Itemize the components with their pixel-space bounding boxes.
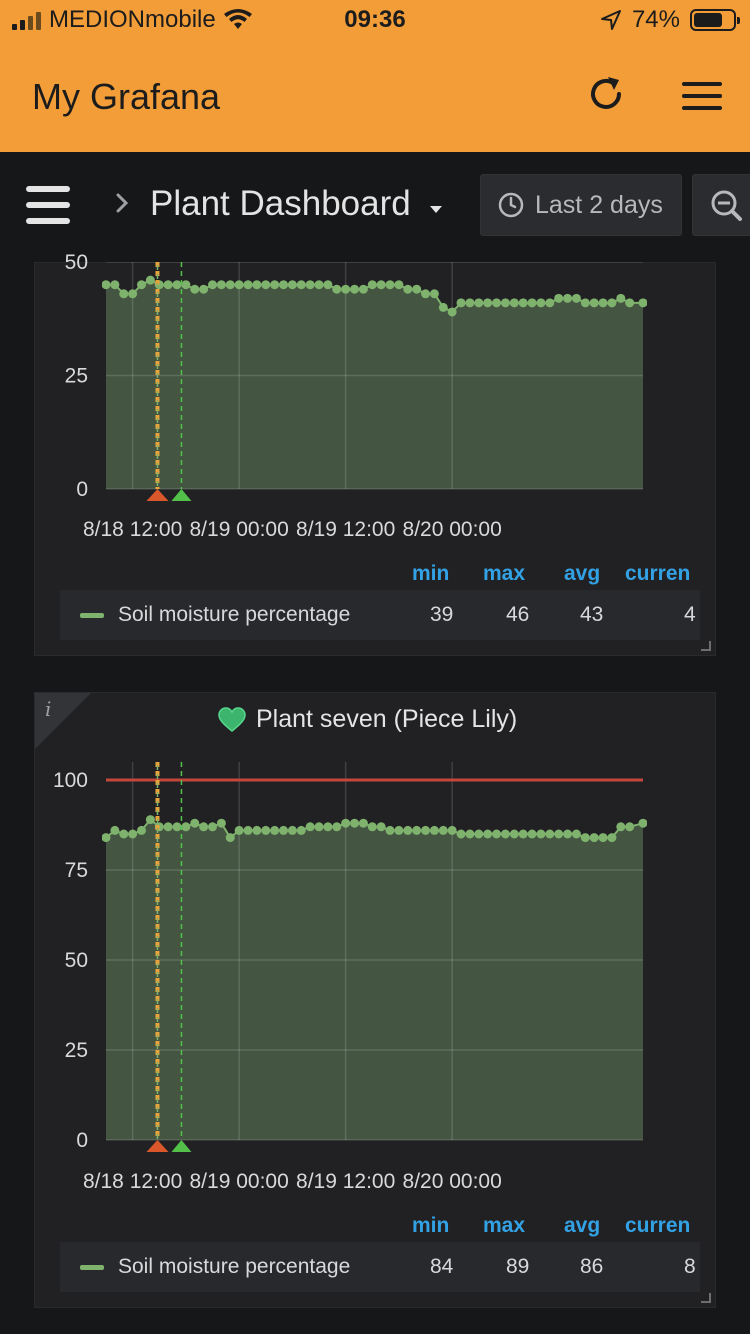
data-point bbox=[483, 829, 493, 839]
data-point bbox=[358, 818, 368, 828]
series-color-swatch[interactable] bbox=[80, 1264, 104, 1270]
y-tick-label: 75 bbox=[65, 859, 88, 882]
data-point bbox=[279, 825, 289, 835]
legend-value-avg: 86 bbox=[580, 1255, 604, 1278]
data-point bbox=[474, 829, 484, 839]
data-point bbox=[607, 833, 617, 843]
x-tick-label: 8/19 00:00 bbox=[190, 1170, 289, 1193]
legend-value-max: 89 bbox=[506, 1255, 530, 1278]
data-point bbox=[323, 822, 333, 832]
data-point bbox=[102, 833, 111, 843]
data-point bbox=[110, 825, 120, 835]
data-point bbox=[438, 825, 448, 835]
data-point bbox=[580, 833, 590, 843]
data-point bbox=[421, 825, 431, 835]
data-point bbox=[616, 822, 626, 832]
data-point bbox=[554, 829, 564, 839]
data-point bbox=[350, 818, 360, 828]
data-point bbox=[296, 825, 306, 835]
data-point bbox=[190, 818, 200, 828]
data-point bbox=[500, 829, 510, 839]
legend-series-name: Soil moisture percentage bbox=[118, 1255, 351, 1278]
data-point bbox=[199, 822, 209, 832]
data-point bbox=[394, 825, 404, 835]
data-point bbox=[589, 833, 599, 843]
data-point bbox=[270, 825, 280, 835]
data-point bbox=[145, 815, 155, 825]
x-tick-label: 8/19 12:00 bbox=[296, 1170, 395, 1193]
data-point bbox=[305, 822, 315, 832]
data-point bbox=[527, 829, 537, 839]
legend-header-max[interactable]: max bbox=[483, 1214, 525, 1238]
y-tick-label: 25 bbox=[65, 1039, 88, 1062]
data-point bbox=[429, 825, 439, 835]
x-tick-label: 8/18 12:00 bbox=[83, 1170, 182, 1193]
data-point bbox=[225, 833, 235, 843]
legend-header-min[interactable]: min bbox=[412, 1214, 449, 1238]
data-point bbox=[314, 822, 324, 832]
data-point bbox=[492, 829, 502, 839]
data-point bbox=[536, 829, 546, 839]
data-point bbox=[376, 822, 386, 832]
data-point bbox=[367, 822, 377, 832]
data-point bbox=[252, 825, 262, 835]
legend-value-min: 84 bbox=[430, 1255, 454, 1278]
data-point bbox=[456, 829, 466, 839]
data-point bbox=[234, 825, 244, 835]
legend-value-current: 8 bbox=[684, 1255, 696, 1278]
data-point bbox=[465, 829, 475, 839]
data-point bbox=[385, 825, 395, 835]
data-point bbox=[163, 822, 173, 832]
legend-row[interactable]: Soil moisture percentage 84 89 86 8 bbox=[60, 1242, 700, 1292]
data-point bbox=[261, 825, 271, 835]
annotation-marker bbox=[171, 1140, 192, 1152]
data-point bbox=[403, 825, 413, 835]
data-point bbox=[412, 825, 422, 835]
data-point bbox=[598, 833, 608, 843]
data-point bbox=[181, 822, 191, 832]
data-point bbox=[137, 825, 147, 835]
data-point bbox=[243, 825, 253, 835]
x-tick-label: 8/20 00:00 bbox=[403, 1170, 502, 1193]
data-point bbox=[332, 822, 342, 832]
data-point bbox=[287, 825, 297, 835]
data-point bbox=[447, 825, 457, 835]
data-point bbox=[119, 829, 129, 839]
legend-header-avg[interactable]: avg bbox=[564, 1214, 600, 1238]
panel-resize-handle[interactable] bbox=[701, 1293, 711, 1303]
legend-header-current[interactable]: curren bbox=[625, 1214, 701, 1238]
data-point bbox=[638, 818, 647, 828]
data-point bbox=[341, 818, 351, 828]
data-point bbox=[518, 829, 528, 839]
data-point bbox=[172, 822, 182, 832]
y-tick-label: 0 bbox=[76, 1129, 88, 1152]
data-point bbox=[208, 822, 218, 832]
annotation-marker bbox=[146, 1140, 169, 1152]
series-area bbox=[106, 819, 643, 1140]
data-point bbox=[509, 829, 519, 839]
y-tick-label: 50 bbox=[65, 949, 88, 972]
plot-area bbox=[102, 762, 647, 1141]
y-tick-label: 100 bbox=[53, 769, 88, 792]
data-point bbox=[545, 829, 555, 839]
data-point bbox=[216, 818, 226, 828]
data-point bbox=[625, 822, 635, 832]
data-point bbox=[563, 829, 573, 839]
chart-panel-2: 0 25 50 75 100 8/18 12:00 8/19 00:00 8/19 12:00… bbox=[53, 762, 647, 1193]
data-point bbox=[571, 829, 581, 839]
data-point bbox=[128, 829, 138, 839]
